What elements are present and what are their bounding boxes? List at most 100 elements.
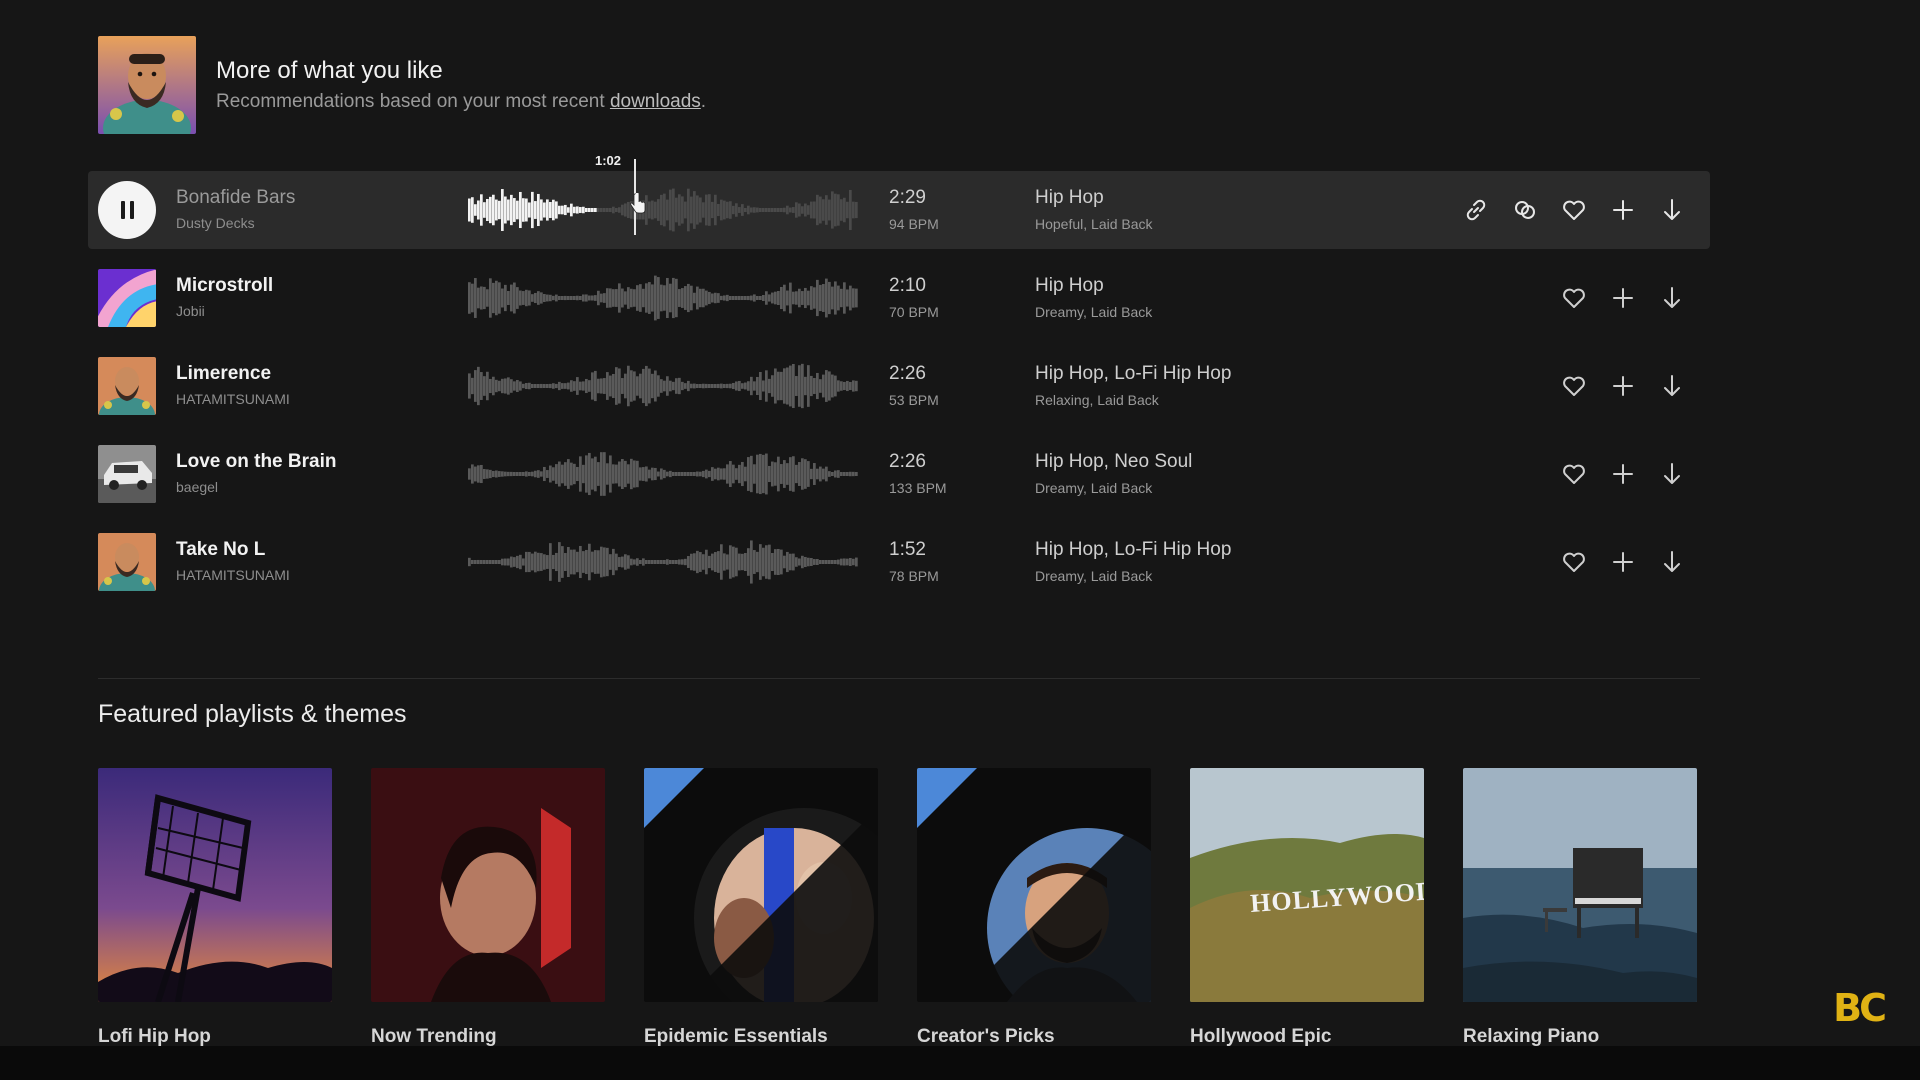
playlist-card[interactable]: HOLLYWOOD Hollywood Epic xyxy=(1190,768,1424,1048)
playlist-cover[interactable] xyxy=(1463,768,1697,1002)
track-genre[interactable]: Hip Hop, Lo-Fi Hip Hop xyxy=(1035,539,1231,561)
playlist-cover[interactable] xyxy=(644,768,878,1002)
playlist-card[interactable]: Lofi Hip Hop xyxy=(98,768,332,1048)
waveform-bar xyxy=(642,288,645,308)
track-title[interactable]: Limerence xyxy=(176,363,290,385)
waveform-bar xyxy=(819,560,822,564)
waveform[interactable] xyxy=(468,537,858,587)
waveform[interactable] xyxy=(468,185,858,235)
track-artist[interactable]: Jobii xyxy=(176,303,273,319)
waveform-bar xyxy=(522,472,525,476)
playlist-cover[interactable] xyxy=(371,768,605,1002)
waveform-bar xyxy=(660,284,663,312)
waveform-bar xyxy=(576,377,579,395)
download-button[interactable] xyxy=(1652,542,1692,582)
track-artwork[interactable] xyxy=(98,357,156,415)
download-arrow-icon xyxy=(1664,199,1680,220)
playlist-card[interactable]: Creator's Picks xyxy=(917,768,1151,1048)
track-row[interactable]: Limerence HATAMITSUNAMI 2:26 53 BPM Hip … xyxy=(88,347,1710,425)
waveform-bar xyxy=(780,208,783,212)
waveform-bar xyxy=(813,201,816,219)
waveform-bar xyxy=(567,296,570,300)
track-row[interactable]: Take No L HATAMITSUNAMI 1:52 78 BPM Hip … xyxy=(88,523,1710,601)
waveform-bar xyxy=(822,468,825,480)
waveform-bar xyxy=(561,383,564,389)
favorite-button[interactable] xyxy=(1554,278,1594,318)
track-artist[interactable]: HATAMITSUNAMI xyxy=(176,567,290,583)
track-artist[interactable]: baegel xyxy=(176,479,336,495)
playlist-name[interactable]: Relaxing Piano xyxy=(1463,1026,1697,1048)
waveform-bar xyxy=(693,191,696,229)
waveform-bar xyxy=(549,294,552,302)
track-moods[interactable]: Hopeful, Laid Back xyxy=(1035,216,1153,232)
playlist-name[interactable]: Now Trending xyxy=(371,1026,605,1048)
pause-button[interactable] xyxy=(98,181,156,239)
playlist-name[interactable]: Creator's Picks xyxy=(917,1026,1151,1048)
track-title[interactable]: Take No L xyxy=(176,539,290,561)
download-button[interactable] xyxy=(1652,454,1692,494)
waveform[interactable] xyxy=(468,361,858,411)
download-button[interactable] xyxy=(1652,278,1692,318)
track-row[interactable]: Love on the Brain baegel 2:26 133 BPM Hi… xyxy=(88,435,1710,513)
playlist-cover[interactable] xyxy=(917,768,1151,1002)
favorite-button[interactable] xyxy=(1554,454,1594,494)
playlist-name[interactable]: Lofi Hip Hop xyxy=(98,1026,332,1048)
track-artist[interactable]: HATAMITSUNAMI xyxy=(176,391,290,407)
add-to-playlist-button[interactable] xyxy=(1603,190,1643,230)
waveform-bar xyxy=(546,470,549,478)
waveform-bar xyxy=(714,552,717,572)
track-row[interactable]: Bonafide Bars Dusty Decks 1:02 2:29 94 B… xyxy=(88,153,1710,249)
waveform-bar xyxy=(840,472,843,476)
track-moods[interactable]: Dreamy, Laid Back xyxy=(1035,480,1192,496)
waveform-bar xyxy=(567,459,570,489)
add-to-playlist-button[interactable] xyxy=(1603,366,1643,406)
track-title[interactable]: Bonafide Bars xyxy=(176,187,295,209)
add-to-playlist-button[interactable] xyxy=(1603,278,1643,318)
waveform-bar xyxy=(696,286,699,310)
track-artwork[interactable] xyxy=(98,445,156,503)
add-to-playlist-button[interactable] xyxy=(1603,542,1643,582)
waveform-bar xyxy=(795,557,798,567)
waveform-bar xyxy=(837,559,840,565)
track-artist[interactable]: Dusty Decks xyxy=(176,215,295,231)
playlist-card[interactable]: Epidemic Essentials xyxy=(644,768,878,1048)
waveform-bar xyxy=(744,466,747,482)
track-moods[interactable]: Relaxing, Laid Back xyxy=(1035,392,1231,408)
track-genre[interactable]: Hip Hop, Lo-Fi Hip Hop xyxy=(1035,363,1231,385)
favorite-button[interactable] xyxy=(1554,542,1594,582)
track-row[interactable]: Microstroll Jobii 2:10 70 BPM Hip Hop Dr… xyxy=(88,259,1710,337)
waveform-bar xyxy=(849,471,852,477)
waveform-bar xyxy=(510,471,513,477)
playlist-name[interactable]: Epidemic Essentials xyxy=(644,1026,878,1048)
waveform-bar xyxy=(588,452,591,496)
waveform[interactable] xyxy=(468,273,858,323)
download-button[interactable] xyxy=(1652,366,1692,406)
waveform-bar xyxy=(660,379,663,393)
copy-link-button[interactable] xyxy=(1456,190,1496,230)
add-to-playlist-button[interactable] xyxy=(1603,454,1643,494)
waveform-bar xyxy=(747,548,750,576)
track-genre[interactable]: Hip Hop xyxy=(1035,187,1153,209)
playlist-card[interactable]: Relaxing Piano xyxy=(1463,768,1697,1048)
track-title[interactable]: Love on the Brain xyxy=(176,451,336,473)
track-moods[interactable]: Dreamy, Laid Back xyxy=(1035,568,1231,584)
track-title[interactable]: Microstroll xyxy=(176,275,273,297)
waveform-bar xyxy=(825,370,828,402)
playlist-name[interactable]: Hollywood Epic xyxy=(1190,1026,1424,1048)
track-genre[interactable]: Hip Hop, Neo Soul xyxy=(1035,451,1192,473)
playlist-cover[interactable] xyxy=(98,768,332,1002)
playlist-card[interactable]: Now Trending xyxy=(371,768,605,1048)
favorite-button[interactable] xyxy=(1554,366,1594,406)
track-genre[interactable]: Hip Hop xyxy=(1035,275,1152,297)
waveform[interactable] xyxy=(468,449,858,499)
similar-tracks-button[interactable] xyxy=(1505,190,1545,230)
waveform-bar xyxy=(705,290,708,306)
favorite-button[interactable] xyxy=(1554,190,1594,230)
track-moods[interactable]: Dreamy, Laid Back xyxy=(1035,304,1152,320)
waveform-bar xyxy=(597,208,600,212)
track-artwork[interactable] xyxy=(98,533,156,591)
downloads-link[interactable]: downloads xyxy=(610,91,701,112)
playlist-cover[interactable]: HOLLYWOOD xyxy=(1190,768,1424,1002)
track-artwork[interactable] xyxy=(98,269,156,327)
download-button[interactable] xyxy=(1652,190,1692,230)
